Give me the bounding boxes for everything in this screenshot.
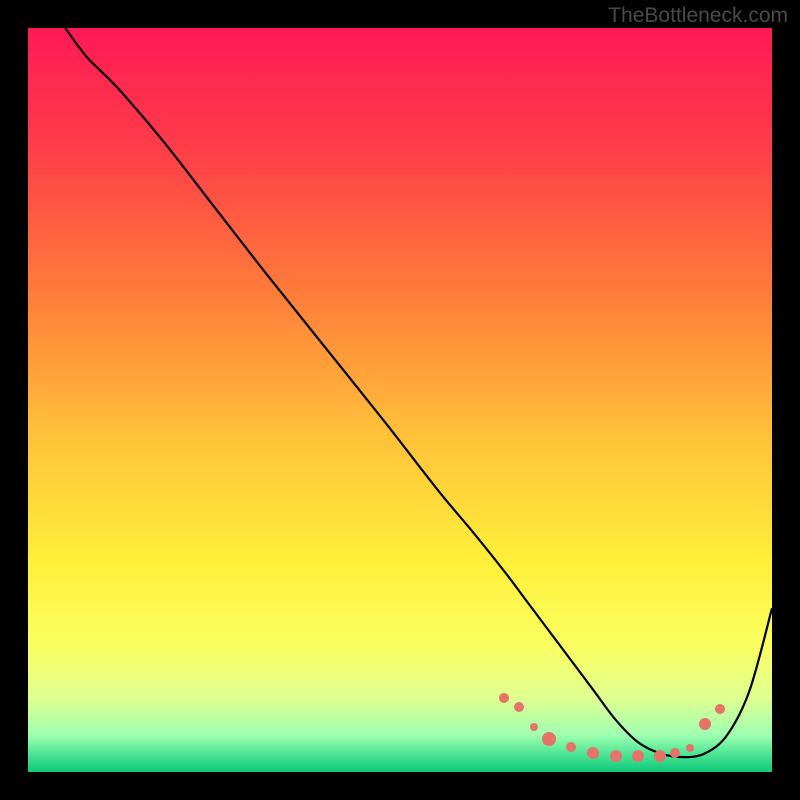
- chart-plot-area: [28, 28, 772, 772]
- marker-dots-layer: [28, 28, 772, 772]
- watermark-text: TheBottleneck.com: [608, 4, 788, 28]
- marker-dot: [514, 702, 524, 712]
- marker-dot: [654, 750, 666, 762]
- marker-dot: [686, 744, 694, 752]
- marker-dot: [499, 693, 509, 703]
- marker-dot: [670, 748, 680, 758]
- marker-dot: [715, 704, 725, 714]
- marker-dot: [542, 732, 556, 746]
- marker-dot: [632, 750, 644, 762]
- marker-dot: [699, 718, 711, 730]
- marker-dot: [587, 747, 599, 759]
- marker-dot: [610, 750, 622, 762]
- marker-dot: [566, 742, 576, 752]
- marker-dot: [530, 723, 538, 731]
